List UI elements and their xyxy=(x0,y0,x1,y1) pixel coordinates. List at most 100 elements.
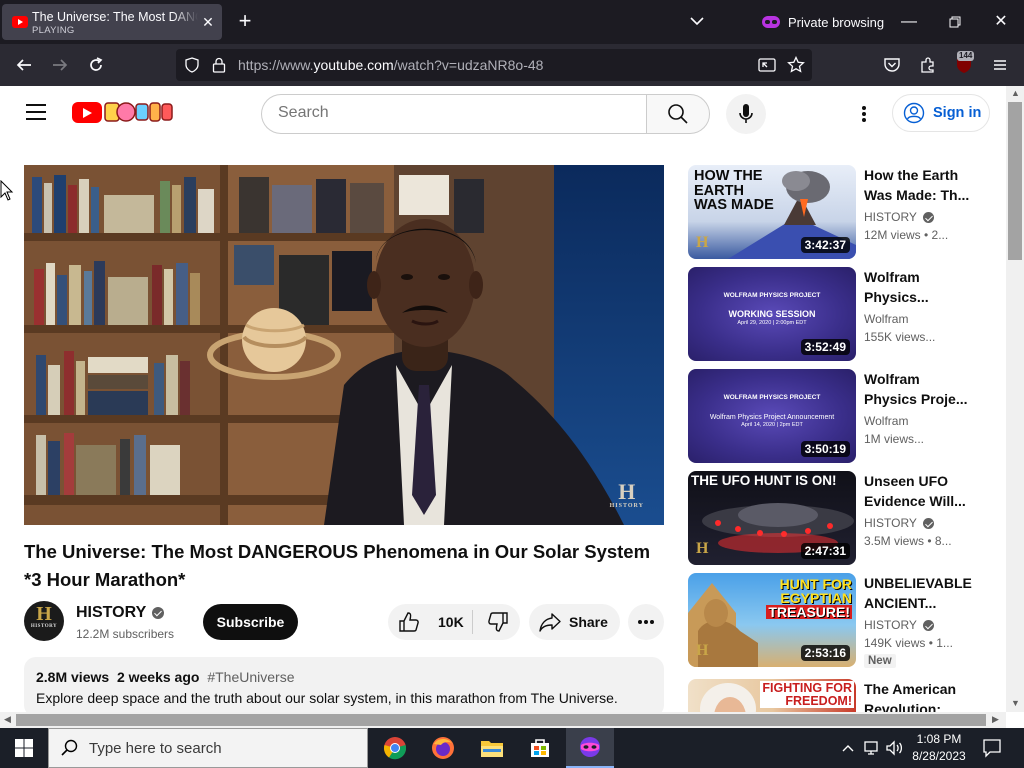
restore-window-icon[interactable] xyxy=(945,12,965,32)
firefox-private-taskbar-icon[interactable] xyxy=(566,728,614,768)
app-menu-icon[interactable] xyxy=(987,52,1013,78)
tracking-protection-shield-icon[interactable] xyxy=(184,57,200,73)
bookmark-star-icon[interactable] xyxy=(787,56,805,74)
voice-search-button[interactable] xyxy=(726,94,766,134)
history-logo-icon: H xyxy=(696,540,709,557)
search-box[interactable] xyxy=(261,94,647,134)
recommended-video[interactable]: WOLFRAM PHYSICS PROJECT Wolfram Physics … xyxy=(688,369,988,463)
recommended-video-meta: 12M views • 2... xyxy=(864,228,949,242)
extensions-puzzle-icon[interactable] xyxy=(915,52,941,78)
recommended-video-title[interactable]: UNBELIEVABLE ANCIENT... xyxy=(864,573,972,613)
description-text: Explore deep space and the truth about o… xyxy=(36,690,618,706)
notifications-icon[interactable] xyxy=(982,738,1002,758)
description-box[interactable]: 2.8M views 2 weeks ago #TheUniverse Expl… xyxy=(24,657,664,717)
show-hidden-icons-chevron-icon[interactable] xyxy=(838,738,858,758)
video-duration: 3:52:49 xyxy=(800,339,850,355)
video-frame-illustration xyxy=(24,165,664,525)
share-button[interactable]: Share xyxy=(529,604,620,640)
close-window-icon[interactable]: ✕ xyxy=(991,12,1011,32)
taskbar-search-input[interactable] xyxy=(89,739,349,757)
file-explorer-taskbar-icon[interactable] xyxy=(468,728,516,768)
back-arrow-icon[interactable] xyxy=(11,52,37,78)
address-bar[interactable]: https://www.youtube.com/watch?v=udzaNR8o… xyxy=(176,49,812,81)
network-icon[interactable] xyxy=(861,738,881,758)
hashtag-link[interactable]: #TheUniverse xyxy=(207,669,294,685)
recommended-video-title[interactable]: Wolfram Physics Proje... xyxy=(864,369,972,409)
recommended-video[interactable]: HOW THE EARTH WAS MADE H 3:42:37 How the… xyxy=(688,165,988,259)
recommended-video-meta: 1M views... xyxy=(864,432,925,446)
horizontal-scroll-thumb[interactable] xyxy=(16,714,986,726)
more-horizontal-icon xyxy=(638,620,654,624)
recommended-channel-name[interactable]: Wolfram xyxy=(864,312,908,326)
browser-tab-active[interactable]: The Universe: The Most DANGEROUS Phenome… xyxy=(2,4,222,40)
volume-speaker-icon[interactable] xyxy=(884,738,904,758)
video-thumbnail[interactable]: WOLFRAM PHYSICS PROJECT WORKING SESSION … xyxy=(688,267,856,361)
microsoft-store-taskbar-icon[interactable] xyxy=(516,728,564,768)
minimize-window-icon[interactable]: — xyxy=(899,12,919,32)
recommended-video-title[interactable]: How the Earth Was Made: Th... xyxy=(864,165,972,205)
recommended-video[interactable]: FIGHTING FOR FREEDOM! The American Revolu… xyxy=(688,679,988,712)
scroll-up-arrow-icon[interactable]: ▲ xyxy=(1011,88,1020,98)
guide-menu-icon[interactable] xyxy=(26,104,46,120)
recommended-video-title[interactable]: Unseen UFO Evidence Will... xyxy=(864,471,972,511)
recommended-video-title[interactable]: Wolfram Physics... xyxy=(864,267,972,307)
scroll-left-arrow-icon[interactable]: ◀ xyxy=(4,714,11,725)
system-clock[interactable]: 1:08 PM 8/28/2023 xyxy=(906,731,972,765)
verified-check-icon xyxy=(922,211,934,223)
video-thumbnail[interactable]: WOLFRAM PHYSICS PROJECT Wolfram Physics … xyxy=(688,369,856,463)
new-tab-button[interactable]: + xyxy=(234,10,256,32)
lock-icon[interactable] xyxy=(212,57,226,73)
search-button[interactable] xyxy=(646,94,710,134)
youtube-doodle-icon[interactable] xyxy=(104,100,174,124)
horizontal-scrollbar[interactable]: ◀ ▶ xyxy=(0,712,1006,728)
picture-in-picture-icon[interactable] xyxy=(758,57,776,73)
taskbar-search-box[interactable] xyxy=(48,728,368,768)
tab-title: The Universe: The Most DANGEROUS Phenome… xyxy=(32,10,198,24)
dislike-button[interactable] xyxy=(476,604,520,640)
forward-arrow-icon[interactable] xyxy=(47,52,73,78)
thumbnail-caption: THE UFO HUNT IS ON! xyxy=(691,473,837,488)
youtube-logo-icon[interactable] xyxy=(72,102,102,123)
subscribe-button[interactable]: Subscribe xyxy=(203,604,298,640)
settings-more-vertical-icon[interactable] xyxy=(852,102,876,126)
sign-in-button[interactable]: Sign in xyxy=(892,94,990,132)
vertical-scroll-thumb[interactable] xyxy=(1008,102,1022,260)
history-logo-icon: H xyxy=(696,234,709,251)
video-title: The Universe: The Most DANGEROUS Phenome… xyxy=(24,541,651,590)
scroll-right-arrow-icon[interactable]: ▶ xyxy=(992,714,999,725)
recommended-video[interactable]: HUNT FOR EGYPTIAN TREASURE! H 2:53:16 UN… xyxy=(688,573,988,667)
list-all-tabs-chevron-icon[interactable] xyxy=(688,12,706,30)
url-text[interactable]: https://www.youtube.com/watch?v=udzaNR8o… xyxy=(238,57,543,73)
video-thumbnail[interactable]: FIGHTING FOR FREEDOM! xyxy=(688,679,856,712)
clock-date: 8/28/2023 xyxy=(912,749,966,763)
recommended-channel-name[interactable]: HISTORY xyxy=(864,618,934,632)
firefox-taskbar-icon[interactable] xyxy=(419,728,467,768)
recommended-channel-name[interactable]: HISTORY xyxy=(864,516,934,530)
like-button[interactable]: 10K xyxy=(388,604,472,640)
recommended-channel-name[interactable]: Wolfram xyxy=(864,414,908,428)
search-input[interactable] xyxy=(278,104,628,122)
recommended-video[interactable]: THE UFO HUNT IS ON! H 2:47:31 Unseen UFO… xyxy=(688,471,988,565)
recommended-video[interactable]: WOLFRAM PHYSICS PROJECT WORKING SESSION … xyxy=(688,267,988,361)
tab-close-icon[interactable]: ✕ xyxy=(200,14,216,30)
video-thumbnail[interactable]: HOW THE EARTH WAS MADE H 3:42:37 xyxy=(688,165,856,259)
video-player[interactable]: H HISTORY xyxy=(24,165,664,525)
thumbnail-caption: HUNT FOR EGYPTIAN TREASURE! xyxy=(766,576,852,620)
recommended-channel-name[interactable]: HISTORY xyxy=(864,210,934,224)
youtube-header: Sign in xyxy=(0,86,1006,142)
youtube-favicon-icon xyxy=(12,16,28,28)
video-thumbnail[interactable]: THE UFO HUNT IS ON! H 2:47:31 xyxy=(688,471,856,565)
channel-avatar[interactable]: H HISTORY xyxy=(24,601,64,641)
video-thumbnail[interactable]: HUNT FOR EGYPTIAN TREASURE! H 2:53:16 xyxy=(688,573,856,667)
reload-icon[interactable] xyxy=(83,52,109,78)
chrome-taskbar-icon[interactable] xyxy=(371,728,419,768)
recommended-video-title[interactable]: The American Revolution: xyxy=(864,679,972,712)
start-button[interactable] xyxy=(0,728,48,768)
more-actions-button[interactable] xyxy=(628,604,664,640)
vertical-scrollbar[interactable]: ▲ ▼ xyxy=(1006,86,1024,712)
channel-name-link[interactable]: HISTORY xyxy=(76,604,165,622)
thumbnail-caption: WOLFRAM PHYSICS PROJECT Wolfram Physics … xyxy=(709,394,835,428)
description-meta: 2.8M views 2 weeks ago #TheUniverse xyxy=(36,669,652,685)
scroll-down-arrow-icon[interactable]: ▼ xyxy=(1011,698,1020,708)
pocket-icon[interactable] xyxy=(879,52,905,78)
